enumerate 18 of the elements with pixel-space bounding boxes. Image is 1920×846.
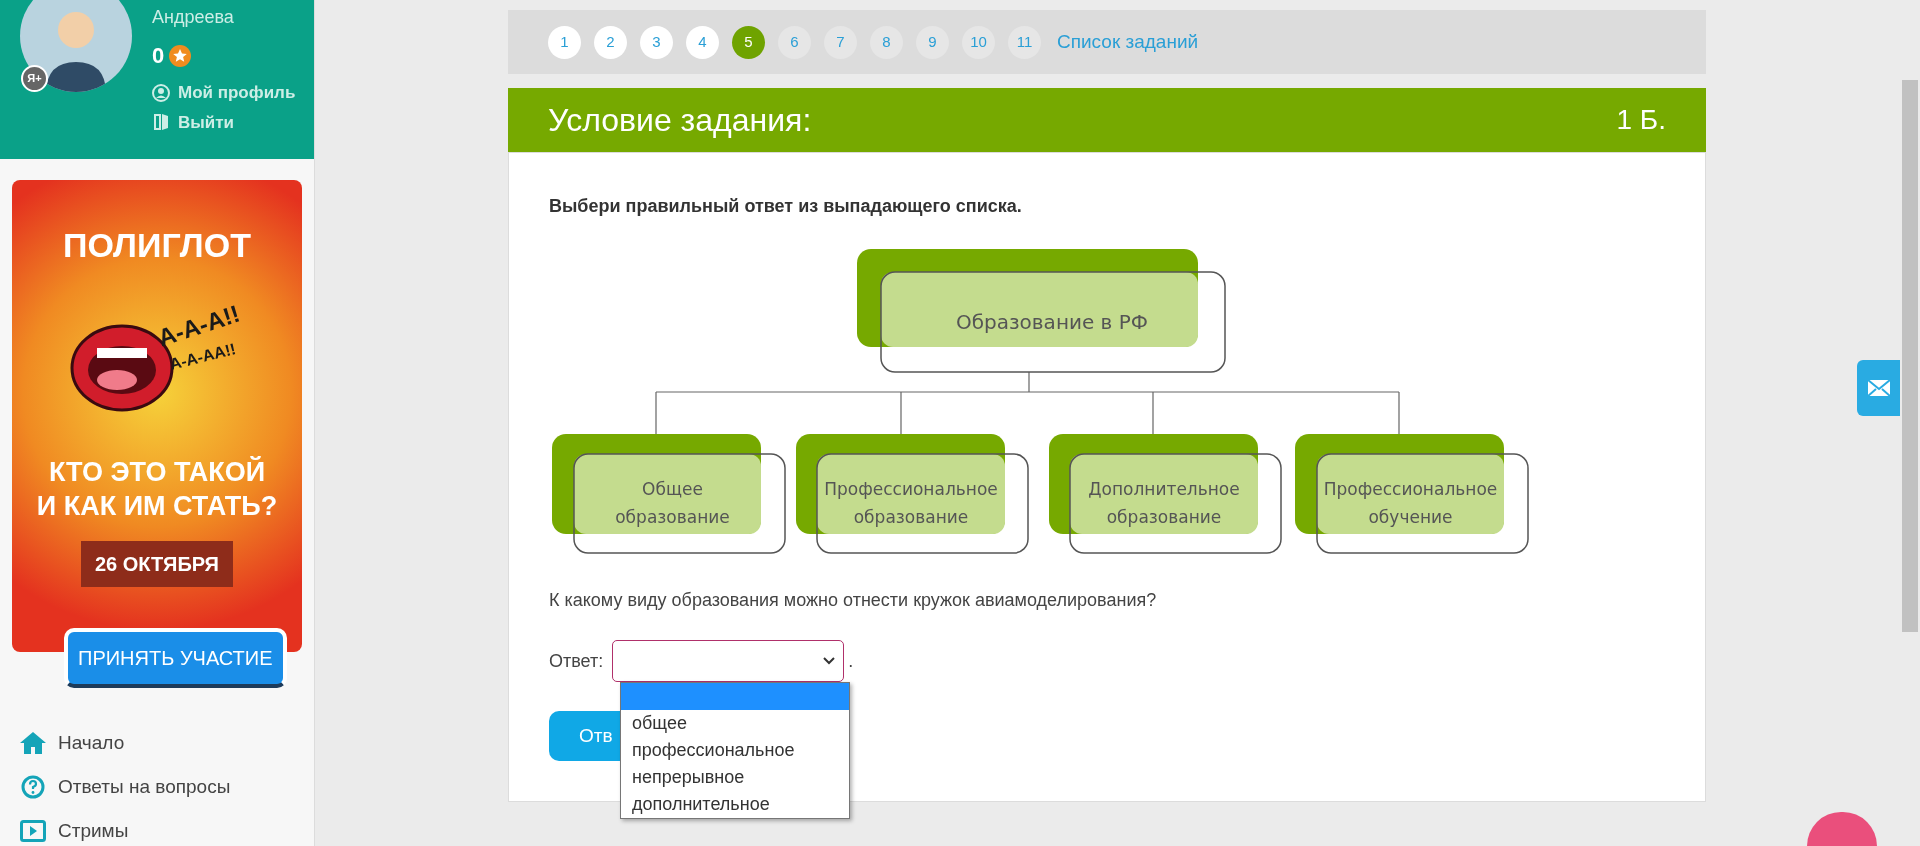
node-label: Образование в РФ [955, 310, 1149, 334]
answer-label: Ответ: [549, 649, 604, 673]
answer-suffix: . [848, 649, 854, 673]
banner-date: 26 ОКТЯБРЯ [81, 541, 233, 587]
instruction-text: Выбери правильный ответ из выпадающего списка. [549, 195, 1023, 218]
node-label: Общее образование [615, 479, 730, 527]
user-name: Андреева [152, 6, 235, 29]
task-title: Условие задания: [548, 101, 812, 140]
node-label: Профессиональное обучение [1323, 479, 1498, 527]
banner-title: ПОЛИГЛОТ [63, 225, 251, 266]
task-points: 1 Б. [1616, 103, 1666, 137]
banner-headline: И КАК ИМ СТАТЬ? [36, 490, 278, 523]
score: 0 [152, 42, 165, 70]
banner-headline: КТО ЭТО ТАКОЙ [48, 455, 266, 489]
node-label: Профессиональное образование [824, 479, 998, 527]
rank-badge: Я+ [21, 65, 48, 92]
node-label: Дополнительное образование [1088, 479, 1240, 527]
question-text: К какому виду образования можно отнести кружок авиамоделирования? [549, 589, 1158, 612]
